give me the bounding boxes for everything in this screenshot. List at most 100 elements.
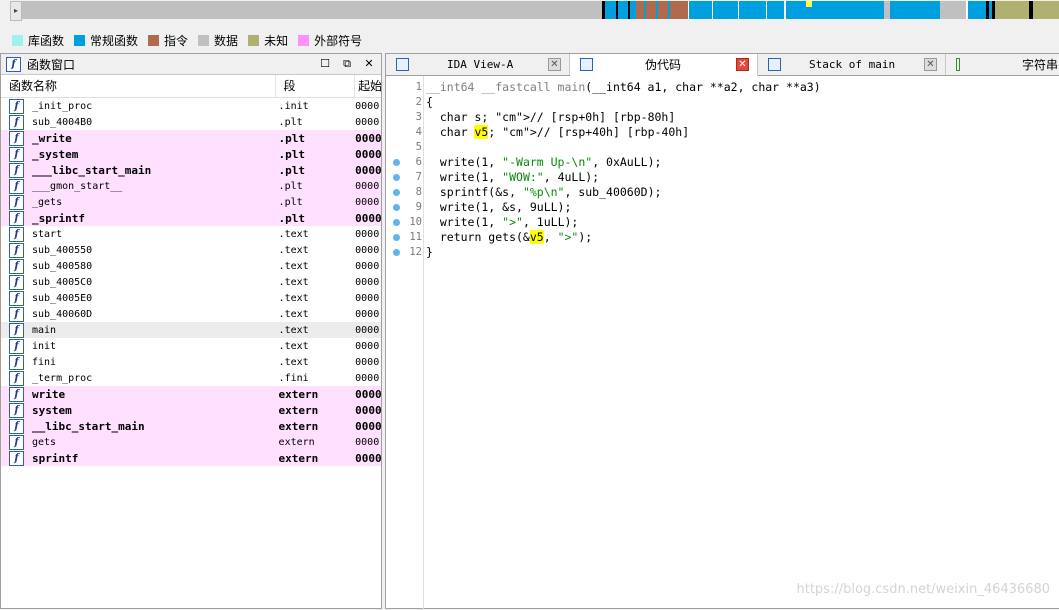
function-name: write: [32, 387, 66, 401]
code-line[interactable]: 2{: [386, 95, 1058, 110]
functions-window[interactable]: f 函数窗口 ☐ ⧉ ✕ 函数名称 段 起始 f _init_proc .init 0…: [0, 53, 382, 609]
function-row[interactable]: f sub_400580 .text 0000: [1, 258, 381, 274]
code-line[interactable]: 7 write(1, "WOW:", 4uLL);: [386, 170, 1058, 185]
tab-stack-of-main[interactable]: Stack of main ✕: [758, 54, 946, 75]
function-segment: .plt: [278, 163, 306, 177]
code-line[interactable]: 9 write(1, &s, 9uLL);: [386, 200, 1058, 215]
column-header-segment[interactable]: 段: [276, 75, 356, 97]
line-number: 10: [409, 216, 422, 228]
code-text: sprintf(&s, "%p\n", sub_40060D);: [426, 185, 662, 199]
function-row[interactable]: f _term_proc .fini 0000: [1, 370, 381, 386]
nav-strip[interactable]: [22, 1, 1059, 19]
breakpoint-dot-icon[interactable]: [393, 219, 400, 226]
pseudocode-pane[interactable]: IDA View-A ✕ 伪代码 ✕ Stack of main ✕ 字符串 1…: [385, 53, 1059, 610]
functions-window-titlebar[interactable]: f 函数窗口 ☐ ⧉ ✕: [1, 54, 381, 75]
function-row[interactable]: f system extern 0000: [1, 402, 381, 418]
close-icon[interactable]: ✕: [361, 56, 377, 72]
legend-label: 未知: [264, 33, 289, 48]
function-row[interactable]: f sub_4005C0 .text 0000: [1, 274, 381, 290]
function-segment: .init: [278, 100, 309, 112]
function-row[interactable]: f sub_4004B0 .plt 0000: [1, 114, 381, 130]
legend-item: 库函数: [12, 32, 64, 49]
function-icon: f: [9, 434, 24, 450]
legend-label: 数据: [214, 33, 239, 48]
function-row[interactable]: f _sprintf .plt 0000: [1, 210, 381, 226]
function-segment: .text: [278, 356, 309, 368]
function-row[interactable]: f sprintf extern 0000: [1, 450, 381, 466]
line-number: 7: [415, 171, 422, 183]
legend-item: 外部符号: [298, 32, 362, 49]
function-icon: f: [9, 258, 24, 274]
breakpoint-dot-icon[interactable]: [393, 204, 400, 211]
function-row[interactable]: f _write .plt 0000: [1, 130, 381, 146]
legend-swatch: [12, 34, 23, 46]
breakpoint-dot-icon[interactable]: [393, 174, 400, 181]
functions-window-title: 函数窗口: [27, 57, 76, 72]
function-segment: .text: [278, 324, 309, 336]
function-row[interactable]: f gets extern 0000: [1, 434, 381, 450]
breakpoint-dot-icon[interactable]: [393, 249, 400, 256]
breakpoint-dot-icon[interactable]: [393, 234, 400, 241]
function-segment: .text: [278, 308, 309, 320]
tab-pseudocode[interactable]: 伪代码 ✕: [570, 54, 758, 76]
code-line[interactable]: 5: [386, 140, 1058, 155]
function-row[interactable]: f fini .text 0000: [1, 354, 381, 370]
code-line[interactable]: 6 write(1, "-Warm Up-\n", 0xAuLL);: [386, 155, 1058, 170]
code-line[interactable]: 1 __int64 __fastcall main(__int64 a1, cha…: [386, 80, 1058, 95]
legend-swatch: [74, 34, 86, 46]
column-header-start[interactable]: 起始: [355, 75, 381, 97]
code-line[interactable]: 3 char s; "cm">// [rsp+0h] [rbp-80h]: [386, 110, 1058, 125]
tab-close-icon[interactable]: ✕: [736, 58, 749, 71]
restore-icon[interactable]: ⧉: [339, 56, 355, 72]
function-row[interactable]: f init .text 0000: [1, 338, 381, 354]
tab-close-icon[interactable]: ✕: [924, 58, 937, 71]
function-icon: f: [9, 450, 24, 466]
code-line[interactable]: 4 char v5; "cm">// [rsp+40h] [rbp-40h]: [386, 125, 1058, 140]
function-start: 0000: [355, 180, 380, 192]
function-row[interactable]: f _system .plt 0000: [1, 146, 381, 162]
function-name: _gets: [32, 196, 63, 208]
code-line[interactable]: 10 write(1, ">", 1uLL);: [386, 215, 1058, 230]
function-name: fini: [32, 356, 57, 368]
breakpoint-dot-icon[interactable]: [393, 159, 400, 166]
function-row[interactable]: f start .text 0000: [1, 226, 381, 242]
code-line[interactable]: 12}: [386, 245, 1058, 260]
line-number: 3: [415, 111, 422, 123]
legend-swatch: [298, 34, 310, 46]
function-row[interactable]: f write extern 0000: [1, 386, 381, 402]
function-icon: f: [9, 418, 24, 434]
function-row[interactable]: f _gets .plt 0000: [1, 194, 381, 210]
function-icon: f: [9, 354, 24, 370]
function-row[interactable]: f _init_proc .init 0000: [1, 98, 381, 114]
function-row[interactable]: f sub_400550 .text 0000: [1, 242, 381, 258]
function-segment: .text: [278, 276, 309, 288]
code-text: write(1, "WOW:", 4uLL);: [426, 170, 600, 184]
functions-table-header: 函数名称 段 起始: [1, 75, 381, 98]
function-row[interactable]: f main .text 0000: [1, 322, 381, 338]
code-line[interactable]: 8 sprintf(&s, "%p\n", sub_40060D);: [386, 185, 1058, 200]
breakpoint-dot-icon[interactable]: [393, 189, 400, 196]
function-name: gets: [32, 436, 57, 448]
function-row[interactable]: f sub_4005E0 .text 0000: [1, 290, 381, 306]
column-header-name[interactable]: 函数名称: [1, 75, 276, 97]
line-number: 2: [415, 96, 422, 108]
function-segment: .text: [278, 340, 309, 352]
pseudocode-view[interactable]: 1 __int64 __fastcall main(__int64 a1, cha…: [386, 76, 1058, 610]
function-row[interactable]: f ___gmon_start__ .plt 0000: [1, 178, 381, 194]
code-text: return gets(&v5, ">");: [426, 230, 593, 244]
navigation-band[interactable]: ▸: [0, 0, 1059, 28]
function-row[interactable]: f sub_40060D .text 0000: [1, 306, 381, 322]
code-line[interactable]: 11 return gets(&v5, ">");: [386, 230, 1058, 245]
tab-ida-view[interactable]: IDA View-A ✕: [386, 54, 570, 75]
maximize-icon[interactable]: ☐: [317, 56, 333, 72]
function-start: 0000: [355, 308, 380, 320]
tab-close-icon[interactable]: ✕: [548, 58, 561, 71]
tab-strings[interactable]: 字符串: [946, 54, 1058, 75]
nav-arrow-icon[interactable]: ▸: [10, 1, 22, 21]
function-row[interactable]: f ___libc_start_main .plt 0000: [1, 162, 381, 178]
tab-bar: IDA View-A ✕ 伪代码 ✕ Stack of main ✕ 字符串: [386, 54, 1059, 76]
line-number: 9: [415, 201, 422, 213]
function-icon: f: [9, 322, 24, 338]
function-segment: extern: [278, 403, 319, 417]
function-row[interactable]: f __libc_start_main extern 0000: [1, 418, 381, 434]
